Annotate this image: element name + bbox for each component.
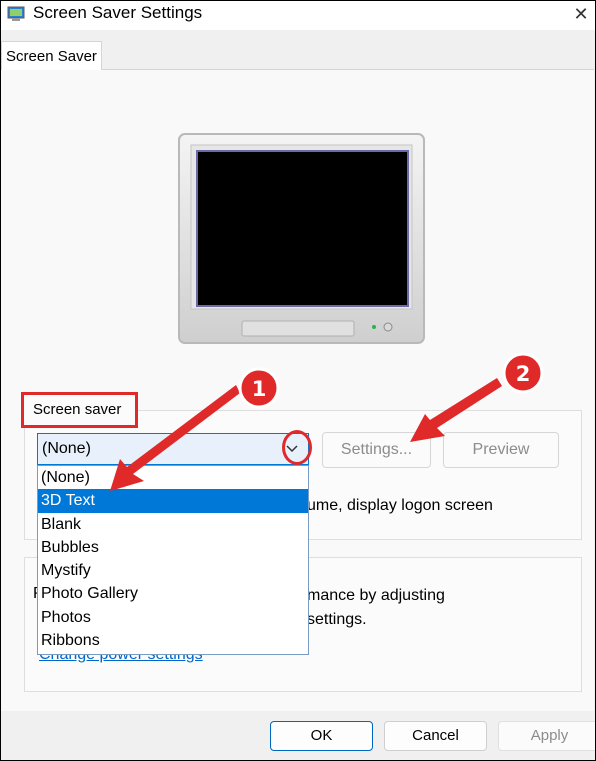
apply-button[interactable]: Apply [498,721,596,751]
screen-saver-group-label: Screen saver [21,392,138,428]
dropdown-option-photo-gallery[interactable]: Photo Gallery [38,582,308,605]
dropdown-option-bubbles[interactable]: Bubbles [38,536,308,559]
annotation-circle [282,430,312,465]
cancel-button[interactable]: Cancel [384,721,487,751]
ok-button[interactable]: OK [270,721,373,751]
screen-saver-dropdown-list: (None) 3D Text Blank Bubbles Mystify Pho… [37,465,309,655]
combobox-value: (None) [42,440,91,457]
dropdown-option-none[interactable]: (None) [38,466,308,489]
tab-screen-saver[interactable]: Screen Saver [1,41,102,70]
screen-saver-combobox[interactable]: (None) [37,433,309,465]
dropdown-option-photos[interactable]: Photos [38,606,308,629]
dropdown-option-ribbons[interactable]: Ribbons [38,629,308,652]
power-description-line1: mance by adjusting [307,587,445,604]
dropdown-option-3d-text[interactable]: 3D Text [38,489,308,513]
window-title: Screen Saver Settings [33,3,203,22]
preview-button[interactable]: Preview [443,432,559,468]
close-icon[interactable]: ✕ [566,0,596,28]
dropdown-option-blank[interactable]: Blank [38,513,308,536]
screensaver-app-icon [7,6,25,21]
power-description-line2: settings. [307,611,367,628]
dropdown-option-mystify[interactable]: Mystify [38,559,308,582]
title-bar: Screen Saver Settings ✕ [0,0,596,30]
resume-logon-checkbox-label[interactable]: ume, display logon screen [307,497,493,515]
settings-button[interactable]: Settings... [322,432,431,468]
monitor-preview-image [178,133,425,344]
